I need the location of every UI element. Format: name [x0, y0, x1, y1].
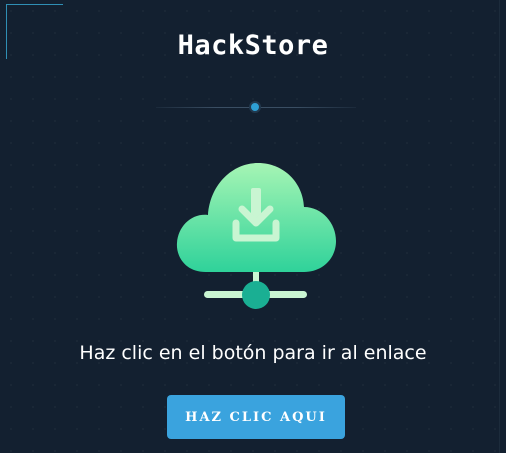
divider-dot — [249, 101, 261, 113]
edge-divider — [499, 0, 500, 453]
cloud-download-network-icon — [176, 163, 336, 309]
network-node — [242, 281, 270, 309]
click-here-button[interactable]: HAZ CLIC AQUI — [167, 395, 345, 439]
arrow-shaft — [251, 188, 261, 218]
page-title: HackStore — [177, 30, 329, 61]
page: HackStore Haz clic en el botón para ir a… — [0, 0, 506, 453]
instruction-text: Haz clic en el botón para ir al enlace — [79, 342, 427, 364]
